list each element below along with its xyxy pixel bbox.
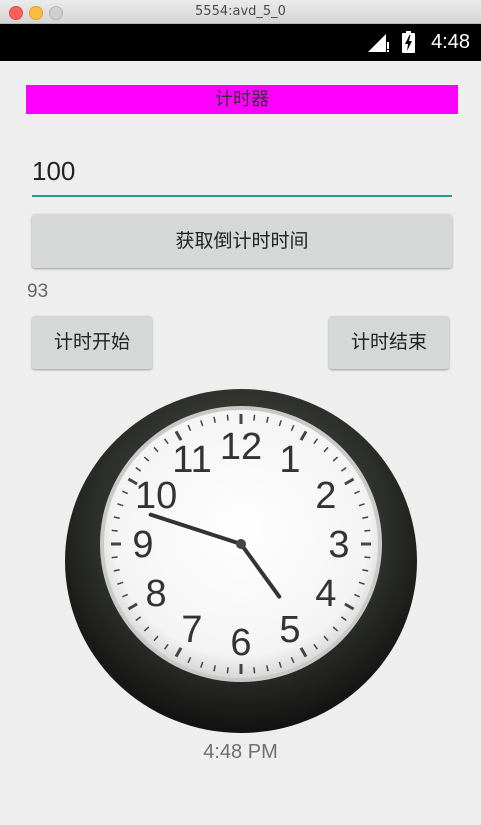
clock-numeral: 3 <box>328 524 349 566</box>
countdown-seconds-input[interactable] <box>32 147 452 197</box>
clock-numeral: 10 <box>135 475 177 517</box>
clock-minor-tick <box>226 667 229 674</box>
clock-minor-tick <box>111 556 118 559</box>
clock-numeral: 4 <box>315 573 336 615</box>
clock-center-pin <box>236 539 246 549</box>
app-screen: 计时器 获取倒计时时间 93 计时开始 计时结束 12 12 3 45678 9 1011… <box>0 61 481 825</box>
window-titlebar: 5554:avd_5_0 <box>0 0 481 24</box>
clock-minor-tick <box>364 556 371 559</box>
stop-timer-button[interactable]: 计时结束 <box>329 316 449 369</box>
android-status-bar: 4:48 <box>0 24 481 61</box>
timer-title-banner: 计时器 <box>26 85 458 114</box>
clock-minor-tick <box>226 414 229 421</box>
analog-clock: 12 12 3 45678 9 1011 <box>65 389 417 733</box>
clock-numeral: 8 <box>146 573 167 615</box>
countdown-remaining-text: 93 <box>27 281 49 302</box>
get-countdown-time-button[interactable]: 获取倒计时时间 <box>32 214 452 268</box>
window-title: 5554:avd_5_0 <box>195 4 286 19</box>
clock-minor-tick <box>364 529 371 532</box>
clock-numeral: 6 <box>230 622 251 664</box>
clock-numeral: 1 <box>279 439 300 481</box>
start-timer-button[interactable]: 计时开始 <box>32 316 152 369</box>
status-bar-time: 4:48 <box>431 31 470 53</box>
clock-minor-tick <box>111 529 118 532</box>
battery-charging-icon <box>402 31 415 53</box>
clock-numeral: 12 <box>220 426 262 468</box>
clock-numeral: 7 <box>181 609 202 651</box>
clock-numeral: 11 <box>172 439 211 481</box>
clock-minor-tick <box>253 414 256 421</box>
clock-numeral: 9 <box>132 524 153 566</box>
clock-minor-tick <box>253 667 256 674</box>
signal-icon <box>368 34 389 52</box>
clock-numeral: 2 <box>315 475 336 517</box>
clock-digital-time: 4:48 PM <box>203 741 278 763</box>
clock-numeral: 5 <box>279 609 300 651</box>
